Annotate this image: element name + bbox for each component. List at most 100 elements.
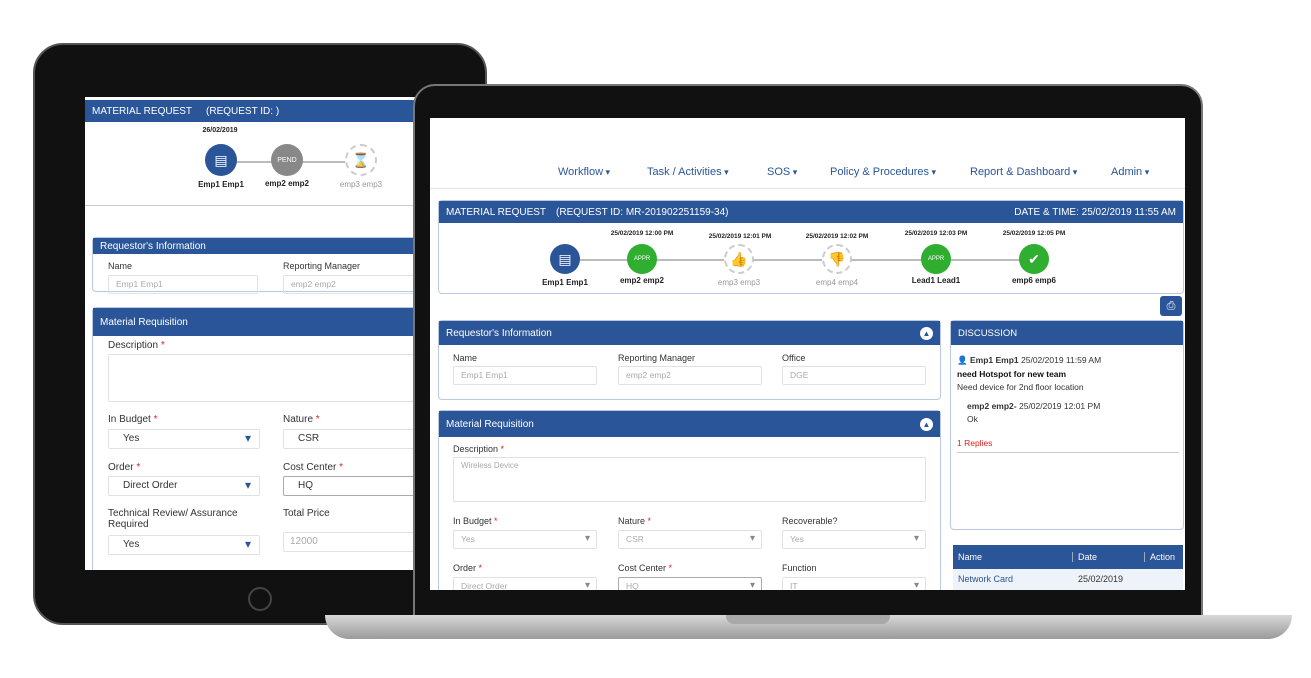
- office-field[interactable]: DGE: [782, 366, 926, 385]
- request-panel: MATERIAL REQUEST (REQUEST ID: MR-2019022…: [438, 200, 1184, 294]
- divider: [957, 452, 1179, 453]
- total-price-field[interactable]: 12000: [283, 532, 415, 552]
- order-select[interactable]: Direct Order: [453, 577, 597, 590]
- tablet-header: MATERIAL REQUEST (REQUEST ID: ): [85, 100, 415, 122]
- print-button[interactable]: ⎙: [1160, 296, 1182, 316]
- manager-field[interactable]: emp2 emp2: [283, 275, 415, 294]
- nav-policy-procedures[interactable]: Policy & Procedures: [830, 166, 936, 178]
- column-header-date[interactable]: Date: [1073, 552, 1145, 562]
- column-header-name[interactable]: Name: [953, 552, 1073, 562]
- hourglass-icon: ⌛: [345, 144, 377, 176]
- recoverable-select[interactable]: Yes: [782, 530, 926, 549]
- requisition-panel-header: Material Requisition: [93, 308, 415, 336]
- discussion-panel: DISCUSSION 👤 Emp1 Emp1 25/02/2019 11:59 …: [950, 320, 1184, 530]
- step-name: Lead1 Lead1: [911, 276, 961, 285]
- cost-center-label: Cost Center: [283, 462, 337, 473]
- comment-body: Need device for 2nd floor location: [957, 382, 1084, 392]
- nature-field[interactable]: CSR: [283, 429, 415, 449]
- requestor-panel-header: Requestor's Information ▲: [439, 321, 940, 345]
- total-price-label: Total Price: [283, 508, 330, 519]
- document-icon: ▤: [205, 144, 237, 176]
- step-date: 25/02/2019 12:01 PM: [708, 233, 772, 240]
- replies-link[interactable]: 1 Replies: [957, 438, 992, 448]
- nature-select[interactable]: CSR: [618, 530, 762, 549]
- step-name: emp6 emp6: [1011, 276, 1057, 285]
- tablet-form: Requestor's Information Name Emp1 Emp1 R…: [85, 207, 415, 570]
- tablet-timeline: 26/02/2019 ▤ PEND ⌛ Emp1 Emp1 emp2 emp2 …: [85, 122, 415, 206]
- requisition-panel: Material Requisition Description * In Bu…: [92, 307, 415, 570]
- step-date: 25/02/2019 12:03 PM: [904, 230, 968, 237]
- user-icon: 👤: [957, 355, 968, 365]
- name-field[interactable]: Emp1 Emp1: [108, 275, 258, 294]
- function-label: Function: [782, 563, 817, 573]
- order-label: Order: [453, 563, 477, 573]
- order-label: Order: [108, 462, 134, 473]
- nav-divider: [430, 188, 1185, 189]
- manager-label: Reporting Manager: [283, 261, 361, 271]
- discussion-header: DISCUSSION: [951, 321, 1183, 345]
- nav-admin[interactable]: Admin: [1111, 166, 1149, 178]
- requestor-panel: Requestor's Information ▲ Name Emp1 Emp1 …: [438, 320, 941, 400]
- requestor-panel: Requestor's Information Name Emp1 Emp1 R…: [92, 237, 415, 294]
- collapse-icon[interactable]: ▲: [920, 417, 933, 431]
- step-date: 25/02/2019 12:02 PM: [805, 233, 869, 240]
- office-label: Office: [782, 353, 806, 363]
- document-icon: ▤: [550, 244, 580, 274]
- nav-task-activities[interactable]: Task / Activities: [647, 166, 729, 178]
- order-select[interactable]: Direct Order: [108, 476, 260, 496]
- step-name: emp2 emp2: [619, 276, 665, 285]
- description-field[interactable]: Wireless Device: [453, 457, 926, 502]
- approved-badge-icon: APPR: [627, 244, 657, 274]
- step-date: 26/02/2019: [202, 127, 238, 134]
- laptop-screen: Workflow Task / Activities SOS Policy & …: [430, 118, 1185, 590]
- in-budget-label: In Budget: [453, 516, 492, 526]
- items-table: Name Date Action Network Card 25/02/2019: [953, 545, 1183, 590]
- panel-title: Requestor's Information: [446, 327, 552, 339]
- reply-body: Ok: [967, 414, 978, 424]
- tablet-screen: MATERIAL REQUEST (REQUEST ID: ) 26/02/20…: [85, 97, 415, 570]
- item-name-link[interactable]: Network Card: [953, 574, 1073, 584]
- approved-badge-icon: APPR: [921, 244, 951, 274]
- check-badge-icon: ✔: [1019, 244, 1049, 274]
- in-budget-select[interactable]: Yes: [453, 530, 597, 549]
- panel-title: Material Requisition: [446, 418, 534, 430]
- panel-title: Requestor's Information: [100, 240, 206, 252]
- step-name: emp3 emp3: [717, 278, 761, 287]
- step-name: Emp1 Emp1: [542, 278, 588, 287]
- step-date: 25/02/2019 12:00 PM: [610, 230, 674, 237]
- step-name: emp4 emp4: [815, 278, 859, 287]
- tech-review-select[interactable]: Yes: [108, 535, 260, 555]
- request-id: (REQUEST ID: MR-201902251159-34): [556, 206, 729, 218]
- column-header-action: Action: [1150, 552, 1176, 562]
- requisition-panel: Material Requisition ▲ Description * Wire…: [438, 410, 941, 590]
- manager-label: Reporting Manager: [618, 353, 696, 363]
- requisition-panel-header: Material Requisition ▲: [439, 411, 940, 437]
- laptop-notch: [726, 615, 890, 624]
- description-label: Description: [453, 444, 499, 454]
- comment-author: Emp1 Emp1: [969, 355, 1019, 365]
- nature-label: Nature: [283, 414, 314, 425]
- pending-badge-icon: PEND: [271, 144, 303, 176]
- manager-field[interactable]: emp2 emp2: [618, 366, 762, 385]
- step-date: 25/02/2019 12:05 PM: [1002, 230, 1066, 237]
- nav-workflow[interactable]: Workflow: [558, 166, 610, 178]
- header-title: MATERIAL REQUEST: [92, 105, 193, 117]
- tech-review-label: Technical Review/ Assurance Required: [108, 508, 238, 530]
- nav-report-dashboard[interactable]: Report & Dashboard: [970, 166, 1077, 178]
- description-label: Description: [108, 340, 159, 351]
- nav-sos[interactable]: SOS: [767, 166, 797, 178]
- header-title: MATERIAL REQUEST: [446, 206, 547, 218]
- name-field[interactable]: Emp1 Emp1: [453, 366, 597, 385]
- in-budget-select[interactable]: Yes: [108, 429, 260, 449]
- collapse-icon[interactable]: ▲: [920, 326, 933, 340]
- thumbs-down-icon: 👎: [822, 244, 852, 274]
- request-header: MATERIAL REQUEST (REQUEST ID: MR-2019022…: [439, 201, 1183, 223]
- function-select[interactable]: IT: [782, 577, 926, 590]
- item-date: 25/02/2019: [1078, 574, 1124, 584]
- reply-author: emp2 emp2-: [967, 401, 1017, 411]
- step-name: emp3 emp3: [339, 180, 383, 189]
- cost-center-field[interactable]: HQ: [283, 476, 415, 496]
- cost-center-select[interactable]: HQ: [618, 577, 762, 590]
- tablet-home-button: [248, 587, 272, 611]
- description-field[interactable]: [108, 354, 415, 402]
